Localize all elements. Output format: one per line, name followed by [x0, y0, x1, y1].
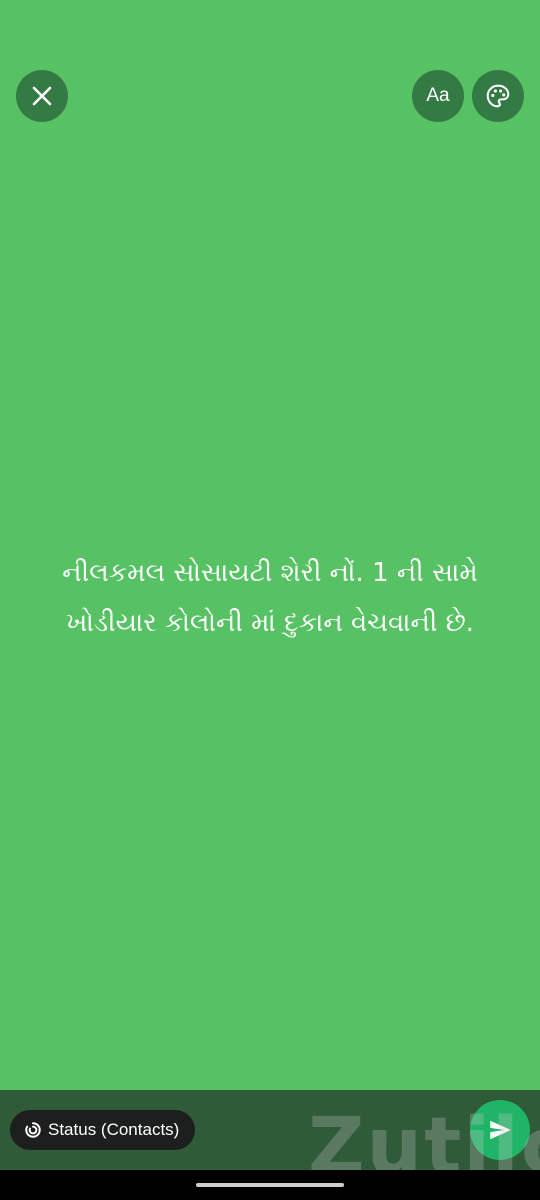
status-audience-label: Status (Contacts): [48, 1120, 180, 1139]
system-navigation-bar: [0, 1170, 540, 1200]
color-palette-button[interactable]: [472, 70, 524, 122]
status-text-line-1: નીલકમલ સોસાયટી શેરી નોં. 1 ની સામે: [62, 558, 478, 588]
status-audience-button[interactable]: Status (Contacts): [10, 1110, 196, 1150]
close-button[interactable]: [16, 70, 68, 122]
font-style-label: Aa: [426, 85, 450, 106]
status-text-line-2: ખોડીયાર કોલોની માં દુકાન વેચવાની છે.: [66, 608, 474, 638]
status-ring-icon: [24, 1121, 42, 1139]
send-icon: [490, 1120, 511, 1140]
home-indicator[interactable]: [196, 1183, 344, 1187]
close-icon: [32, 86, 52, 106]
palette-icon: [486, 84, 510, 108]
bottom-bar: Status (Contacts): [0, 1090, 540, 1170]
status-composer-screen: Aa નીલકમલ સોસાયટી શેરી નોં. 1 ની સામે ખો…: [0, 0, 540, 1200]
send-button[interactable]: [470, 1100, 530, 1160]
status-text-content[interactable]: નીલકમલ સોસાયટી શેરી નોં. 1 ની સામે ખોડીય…: [30, 548, 510, 648]
font-style-button[interactable]: Aa: [412, 70, 464, 122]
